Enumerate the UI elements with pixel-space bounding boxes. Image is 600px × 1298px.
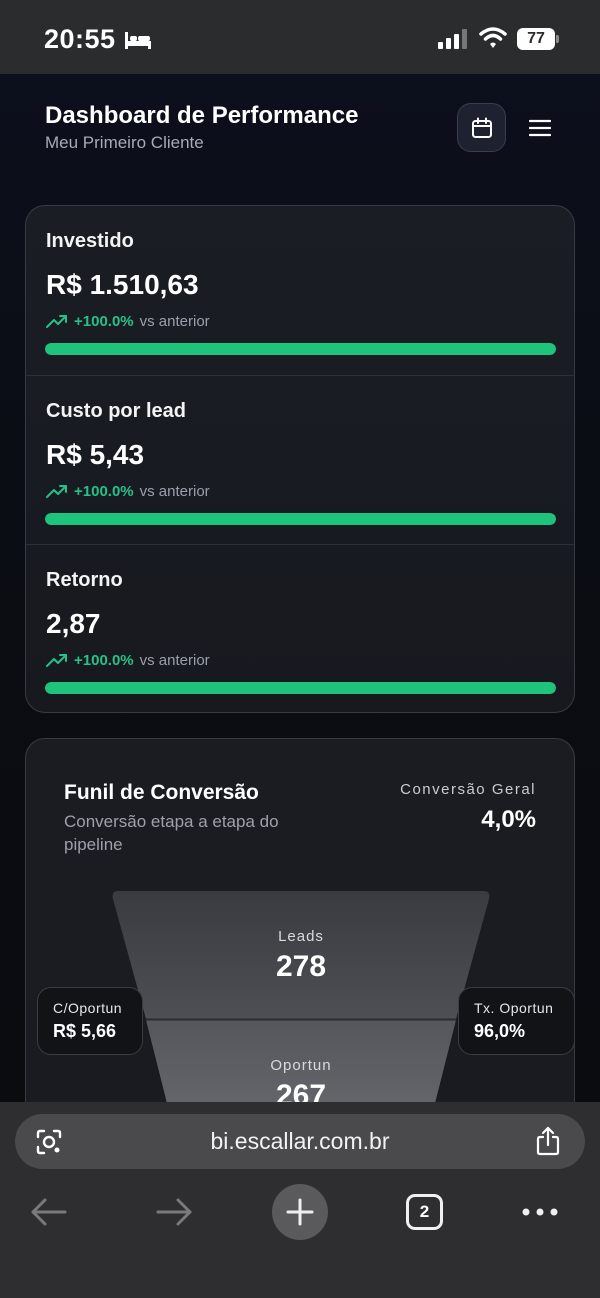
signal-icon <box>438 29 467 49</box>
overall-conversion-value: 4,0% <box>481 806 536 833</box>
funnel-card: Funil de Conversão Conversão etapa a eta… <box>25 738 575 1102</box>
opportunity-rate-box: Tx. Oportun 96,0% <box>458 987 574 1055</box>
page-subtitle: Meu Primeiro Cliente <box>45 133 204 152</box>
metric-progress-fill <box>45 343 556 355</box>
trend-up-icon <box>46 654 67 667</box>
more-icon[interactable] <box>520 1202 560 1222</box>
back-arrow-icon[interactable] <box>30 1197 68 1227</box>
trend-up-icon <box>46 485 67 498</box>
stage-label-oportun: Oportun <box>270 1057 332 1074</box>
metric-progress-bar <box>45 682 556 694</box>
new-tab-button[interactable] <box>272 1184 328 1240</box>
stage-label-leads: Leads <box>278 928 324 945</box>
battery-level: 77 <box>517 28 555 50</box>
metrics-card: Investido R$ 1.510,63 +100.0% vs anterio… <box>25 205 575 713</box>
side-value: R$ 5,66 <box>53 1021 117 1041</box>
stage-value-leads: 278 <box>275 950 327 983</box>
status-time: 20:55 <box>44 24 116 54</box>
trend-value: +100.0% <box>74 482 134 500</box>
metric-investido: Investido R$ 1.510,63 +100.0% vs anterio… <box>26 206 574 375</box>
stage-value-oportun: 267 <box>275 1079 327 1102</box>
page-title: Dashboard de Performance <box>45 102 359 129</box>
menu-button[interactable] <box>526 114 554 142</box>
metric-label: Retorno <box>46 569 123 591</box>
browser-toolbar: bi.escallar.com.br 2 <box>0 1102 600 1298</box>
metric-retorno: Retorno 2,87 +100.0% vs anterior <box>26 544 574 712</box>
metric-label: Custo por lead <box>46 400 187 422</box>
trend-value: +100.0% <box>74 312 134 330</box>
status-bar: 20:55 77 <box>0 0 600 74</box>
cost-per-opportunity-box: C/Oportun R$ 5,66 <box>37 987 143 1055</box>
metric-progress-fill <box>45 513 556 525</box>
metric-trend: +100.0% vs anterior <box>46 482 210 500</box>
side-label: C/Oportun <box>53 1000 123 1016</box>
metric-trend: +100.0% vs anterior <box>46 651 210 669</box>
share-icon[interactable] <box>535 1126 561 1156</box>
metric-progress-fill <box>45 682 556 694</box>
funnel-subtitle: Conversão etapa a etapa do pipeline <box>64 812 279 854</box>
funnel-title: Funil de Conversão <box>64 781 259 804</box>
browser-nav-row: 2 <box>0 1182 600 1242</box>
battery-icon: 77 <box>517 28 559 50</box>
trend-up-icon <box>46 315 67 328</box>
url-text: bi.escallar.com.br <box>210 1128 390 1154</box>
calendar-icon <box>471 117 492 138</box>
metric-value: R$ 5,43 <box>46 439 145 470</box>
trend-suffix: vs anterior <box>139 312 210 330</box>
metric-progress-bar <box>45 513 556 525</box>
metric-progress-bar <box>45 343 556 355</box>
plus-icon <box>286 1198 314 1226</box>
side-value: 96,0% <box>474 1021 526 1041</box>
metric-custo-por-lead: Custo por lead R$ 5,43 +100.0% vs anteri… <box>26 375 574 544</box>
wifi-icon <box>479 27 507 48</box>
trend-suffix: vs anterior <box>139 482 210 500</box>
metric-value: R$ 1.510,63 <box>46 269 199 300</box>
dashboard-page: Dashboard de Performance Meu Primeiro Cl… <box>0 74 600 1102</box>
address-bar[interactable]: bi.escallar.com.br <box>15 1114 585 1169</box>
side-label: Tx. Oportun <box>474 1000 554 1016</box>
overall-conversion-label: Conversão Geral <box>400 781 536 798</box>
metric-value: 2,87 <box>46 608 101 639</box>
trend-suffix: vs anterior <box>139 651 210 669</box>
metric-trend: +100.0% vs anterior <box>46 312 210 330</box>
menu-icon <box>529 119 551 137</box>
bed-icon <box>125 32 151 49</box>
forward-arrow-icon[interactable] <box>155 1197 193 1227</box>
metric-label: Investido <box>46 230 134 252</box>
tab-switcher-button[interactable]: 2 <box>406 1194 443 1230</box>
calendar-button[interactable] <box>457 103 506 152</box>
trend-value: +100.0% <box>74 651 134 669</box>
